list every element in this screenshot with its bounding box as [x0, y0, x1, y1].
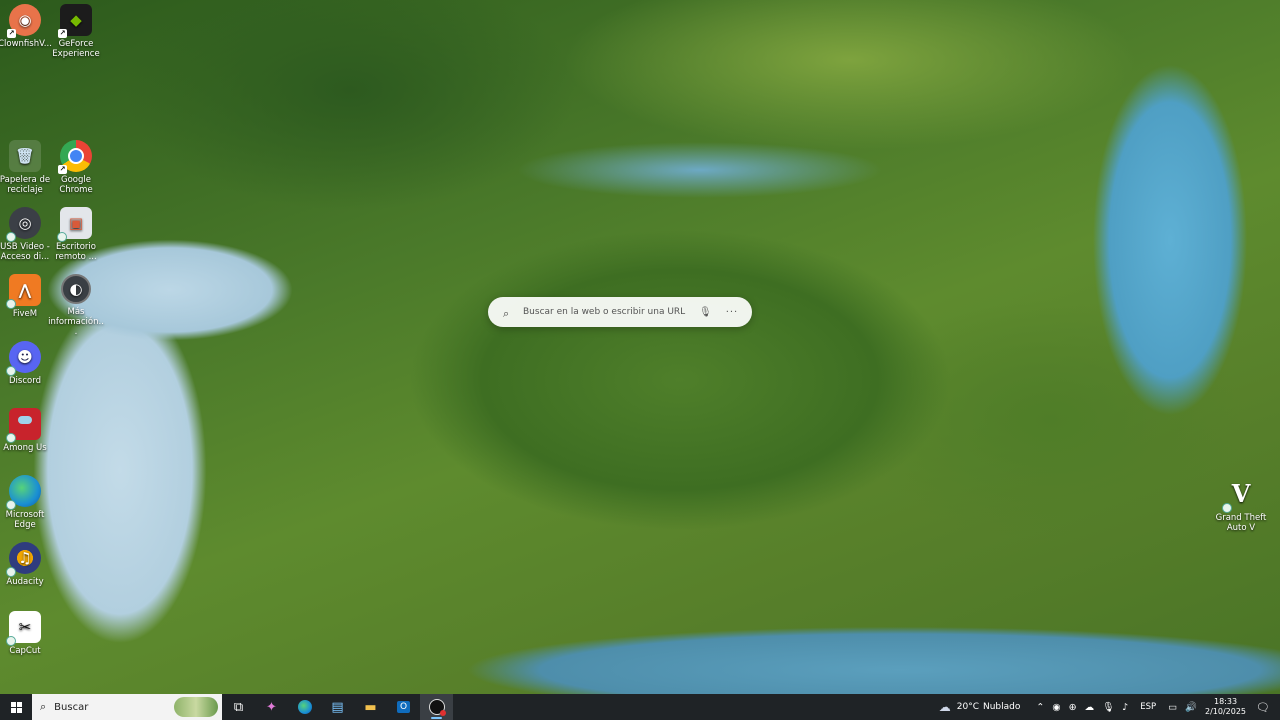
discord-icon: ☻ — [6, 341, 41, 376]
desktop-icon-edge[interactable]: Microsoft Edge — [0, 475, 54, 530]
language-indicator[interactable]: ESP — [1140, 702, 1156, 712]
search-icon: ⌕ — [40, 700, 47, 713]
taskbar-search[interactable]: ⌕ Buscar — [32, 694, 222, 720]
fivem-icon: ⋀ — [6, 274, 41, 309]
web-search-box[interactable]: ⌕ 🎙 ··· — [488, 297, 752, 327]
edge-icon — [297, 700, 312, 714]
desktop: ◉ ↗ ClownfishV... ◆ ↗ GeForce Experience 🗑… — [0, 0, 1280, 694]
notification-icon[interactable]: 🗨 — [1256, 701, 1270, 714]
capcut-icon: ✂ — [6, 611, 41, 646]
chrome-icon: ↗ — [58, 140, 92, 174]
cloud-icon: ☁ — [938, 700, 951, 714]
copilot-icon: ✦ — [266, 699, 277, 715]
desktop-icon-capcut[interactable]: ✂ CapCut — [0, 611, 54, 656]
recycle-bin-icon: 🗑 — [9, 140, 41, 172]
obs-tray-icon[interactable]: ◉ — [1052, 702, 1060, 713]
windows-icon — [10, 701, 22, 713]
taskbar-search-label: Buscar — [54, 701, 89, 713]
network-icon[interactable]: ▭ — [1168, 702, 1177, 713]
more-icon[interactable]: ··· — [726, 307, 739, 318]
info-circle-icon: ◐ — [61, 274, 91, 304]
start-button[interactable] — [0, 694, 32, 720]
file-explorer-button[interactable]: ▬ — [354, 694, 387, 720]
onedrive-icon[interactable]: ☁ — [1085, 702, 1095, 713]
clownfish-icon: ◉ ↗ — [7, 4, 41, 38]
clock-date: 2/10/2025 — [1205, 707, 1247, 716]
weather-condition: Nublado — [983, 702, 1021, 712]
desktop-icon-label: USB Video - Acceso di... — [0, 242, 50, 262]
desktop-icon-label: Papelera de reciclaje — [0, 175, 51, 195]
gta-v-icon: V — [1222, 478, 1257, 513]
desktop-icon-gta-v[interactable]: V Grand Theft Auto V — [1212, 478, 1270, 534]
task-view-button[interactable]: ⧉ — [222, 694, 255, 720]
task-view-icon: ⧉ — [233, 699, 244, 715]
remote-desktop-icon: ▣ — [57, 207, 92, 242]
outlook-icon: O — [396, 701, 411, 713]
desktop-icon-audacity[interactable]: ♫ Audacity — [0, 542, 54, 587]
desktop-icon-label: Google Chrome — [59, 175, 93, 195]
folder-icon: ▬ — [364, 699, 377, 715]
desktop-icon-among-us[interactable]: Among Us — [0, 408, 54, 453]
mic-icon[interactable]: 🎙 — [1102, 702, 1114, 713]
among-us-icon — [6, 408, 41, 443]
store-icon: ▤ — [331, 699, 344, 715]
desktop-icon-label: CapCut — [9, 646, 41, 656]
copilot-button[interactable]: ✦ — [255, 694, 288, 720]
audacity-icon: ♫ — [6, 542, 41, 577]
desktop-icon-recycle-bin[interactable]: 🗑 Papelera de reciclaje — [0, 140, 54, 195]
chevron-up-icon[interactable]: ⌃ — [1036, 702, 1044, 713]
webcam-icon: ◎ — [6, 207, 41, 242]
system-tray: ☁ 20°C Nublado ⌃ ◉ ⊕ ☁ 🎙 ♪ ESP ▭ 🔊 18:33… — [939, 694, 1280, 720]
edge-icon — [6, 475, 41, 510]
desktop-icon-label: Escritorio remoto ... — [55, 242, 97, 262]
clock-time: 18:33 — [1213, 697, 1238, 706]
desktop-icon-usb-video[interactable]: ◎ USB Video - Acceso di... — [0, 207, 54, 262]
desktop-icon-chrome[interactable]: ↗ Google Chrome — [47, 140, 105, 195]
desktop-icon-clownfish[interactable]: ◉ ↗ ClownfishV... — [0, 4, 54, 49]
desktop-icon-label: Más información... — [48, 307, 104, 337]
taskbar: ⌕ Buscar ⧉ ✦ ▤ ▬ O ☁ 20°C Nublado ⌃ ◉ ⊕ … — [0, 694, 1280, 720]
nvidia-icon: ◆ ↗ — [58, 4, 92, 38]
desktop-icon-label: Discord — [9, 376, 41, 386]
desktop-icon-label: Grand Theft Auto V — [1215, 513, 1267, 533]
app-tray-icon[interactable]: ⊕ — [1069, 702, 1077, 713]
outlook-button[interactable]: O — [387, 694, 420, 720]
desktop-icon-more-info[interactable]: ◐ Más información... — [47, 274, 105, 337]
desktop-icon-label: FiveM — [12, 309, 38, 319]
desktop-icon-label: ClownfishV... — [0, 39, 52, 49]
clock[interactable]: 18:33 2/10/2025 — [1205, 697, 1246, 717]
desktop-icon-fivem[interactable]: ⋀ FiveM — [0, 274, 54, 319]
store-button[interactable]: ▤ — [321, 694, 354, 720]
desktop-icon-label: Among Us — [3, 443, 47, 453]
edge-taskbar-button[interactable] — [288, 694, 321, 720]
search-highlight-image — [174, 697, 218, 717]
desktop-icon-label: GeForce Experience — [52, 39, 100, 59]
obs-button[interactable] — [420, 694, 453, 720]
weather-widget[interactable]: ☁ 20°C Nublado — [939, 700, 1021, 714]
mic-icon[interactable]: 🎙 — [699, 307, 712, 318]
desktop-icon-discord[interactable]: ☻ Discord — [0, 341, 54, 386]
volume-icon[interactable]: 🔊 — [1185, 702, 1197, 713]
desktop-icon-label: Audacity — [6, 577, 44, 587]
desktop-icon-geforce[interactable]: ◆ ↗ GeForce Experience — [47, 4, 105, 59]
speaker-icon[interactable]: ♪ — [1122, 702, 1128, 713]
desktop-icon-label: Microsoft Edge — [5, 510, 45, 530]
web-search-input[interactable] — [521, 306, 695, 318]
weather-temp: 20°C — [956, 702, 979, 712]
search-icon: ⌕ — [503, 307, 510, 320]
desktop-icon-remote-desktop[interactable]: ▣ Escritorio remoto ... — [47, 207, 105, 262]
obs-icon — [428, 699, 446, 716]
